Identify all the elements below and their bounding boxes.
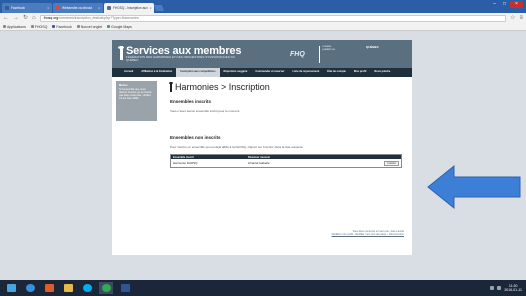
cell-directeur: Chantal Isabelle [248,161,270,165]
column-header-ensemble: Ensemble inscrit [173,155,194,159]
window-controls: – □ × [490,1,523,8]
media-icon[interactable] [42,282,56,294]
back-icon[interactable]: ← [3,15,9,21]
site-container: Services aux membres FÉDÉRATION DES HARM… [112,40,412,255]
fhosq-logo: FHQ [290,51,305,58]
close-tab-icon[interactable]: × [47,6,49,10]
main-nav: Accueil Affiliation à la Fédération Insc… [112,68,412,77]
tab-label: Wetransfer.ca dézout [62,6,93,10]
nav-rayonnement[interactable]: Liste de rayonnement [288,68,323,77]
page-heading: Harmonies > Inscription [169,81,404,93]
page-icon [76,25,80,28]
bookmark-label: Google Maps [111,24,132,29]
page-viewport: Services aux membres FÉDÉRATION DES HARM… [0,31,526,280]
page-icon [107,6,111,10]
help-sidebar: Mentor Si l'ensemble que vous désirez in… [116,81,157,121]
table-row: Harmonie FHOSQ Chantal Isabelle Inscrire [171,159,401,167]
bookmark-google-maps[interactable]: Google Maps [107,25,132,29]
maximize-icon[interactable]: □ [500,1,509,8]
url-domain: fhosq.org [43,16,59,20]
bookmark-label: Facebook [56,24,72,29]
close-tab-icon[interactable]: × [98,6,100,10]
partner-logo: CONSEIL QUÉBÉCOIS [319,46,335,63]
star-icon[interactable]: ☆ [510,15,515,21]
volume-icon[interactable] [497,286,502,290]
fhosq-mark-icon [169,82,173,92]
tab-fhosq[interactable]: FHOSQ - Inscription aux × [104,3,154,13]
forward-icon[interactable]: → [13,15,19,21]
page-title: Harmonies > Inscription [175,82,270,92]
windows-taskbar: 11:30 2016-01-11 [0,280,526,296]
browser-toolbar: ← → ↻ ⌂ fhosq.org/membres/inscription_fe… [0,13,526,23]
page-icon [30,25,34,28]
minimize-icon[interactable]: – [490,1,499,8]
ie-icon[interactable] [23,282,37,294]
close-tab-icon[interactable]: × [150,6,152,10]
nav-etat-compte[interactable]: État de compte [323,68,350,77]
ensembles-table: Ensemble inscrit Directeur musical Harmo… [170,154,402,168]
quebec-logo: QUÉBEC [366,45,379,49]
footer-links[interactable]: Modifier mon profil - Modifier mon mot d… [332,233,404,236]
nav-affiliation[interactable]: Affiliation à la Fédération [137,68,176,77]
word-icon[interactable] [118,282,132,294]
sidebar-heading: Mentor [119,84,128,87]
table-header: Ensemble inscrit Directeur musical [171,155,401,159]
inscrire-button[interactable]: Inscrire [384,160,399,166]
explorer-icon[interactable] [61,282,75,294]
section-heading-non-inscrits: Ensembles non inscrits [170,135,221,140]
home-icon[interactable]: ⌂ [32,15,36,21]
browser-tab-bar: Facebook × Wetransfer.ca dézout × FHOSQ … [0,0,526,13]
clock-date: 2016-01-11 [504,288,522,292]
menu-icon[interactable]: ≡ [519,15,523,21]
tab-label: FHOSQ - Inscription aux [113,6,148,10]
bookmarks-bar: Applications FHOSQ Facebook Nouvel ongle… [0,23,526,31]
bookmark-label: Applications [7,24,26,29]
system-tray: 11:30 2016-01-11 [490,284,526,292]
bookmark-facebook[interactable]: Facebook [52,24,72,29]
fhosq-mark-icon [118,46,124,60]
bookmark-nouvel-onglet[interactable]: Nouvel onglet [76,24,103,29]
column-header-directeur: Directeur musical [248,155,270,159]
site-subtitle: FÉDÉRATION DES HARMONIES ET DES ORCHESTR… [126,55,235,63]
bookmark-applications[interactable]: Applications [3,25,26,29]
nav-inscription[interactable]: Inscription aux compétitions [176,68,220,77]
windows-start-icon[interactable] [4,282,18,294]
site-icon [56,6,60,10]
clock[interactable]: 11:30 2016-01-11 [504,284,522,292]
tab-label: Facebook [11,6,25,10]
bookmark-label: FHOSQ [34,24,48,29]
skype-icon[interactable] [80,282,94,294]
tab-facebook[interactable]: Facebook × [2,3,52,13]
bookmark-fhosq[interactable]: FHOSQ [30,24,48,29]
maps-icon [107,25,111,28]
new-tab-button[interactable] [153,5,165,11]
close-window-icon[interactable]: × [510,1,523,8]
reload-icon[interactable]: ↻ [23,15,28,21]
nav-commander[interactable]: Commander et réserver [251,68,288,77]
address-bar[interactable]: fhosq.org/membres/inscription_festival.p… [39,14,507,22]
site-header: Services aux membres FÉDÉRATION DES HARM… [112,40,412,68]
sidebar-text: Si l'ensemble que vous désirez inscrire … [119,88,152,101]
nav-mon-profil[interactable]: Mon profil [350,68,371,77]
grid-icon [3,25,6,28]
tab-wetransfer[interactable]: Wetransfer.ca dézout × [53,3,103,13]
facebook-icon [52,25,56,28]
url-path: /membres/inscription_festival.php?Type=H… [58,16,139,20]
chrome-icon[interactable] [99,282,113,294]
bookmark-label: Nouvel onglet [80,24,103,29]
nav-accueil[interactable]: Accueil [120,68,137,77]
main-content: Harmonies > Inscription Ensembles inscri… [169,81,404,168]
site-footer: Vous êtes connecté en tant que: Julie La… [332,230,404,237]
cell-ensemble: Harmonie FHOSQ [173,161,198,165]
section-text-non-inscrits: Pour inscrire un ensemble qui est déjà a… [170,145,304,149]
facebook-icon [5,6,9,10]
section-heading-inscrits: Ensembles inscrits [170,99,212,104]
network-icon[interactable] [490,286,495,290]
nav-nous-joindre[interactable]: Nous joindre [370,68,394,77]
nav-repertoire[interactable]: Répertoire suggéré [220,68,252,77]
annotation-arrow-icon [427,164,521,210]
